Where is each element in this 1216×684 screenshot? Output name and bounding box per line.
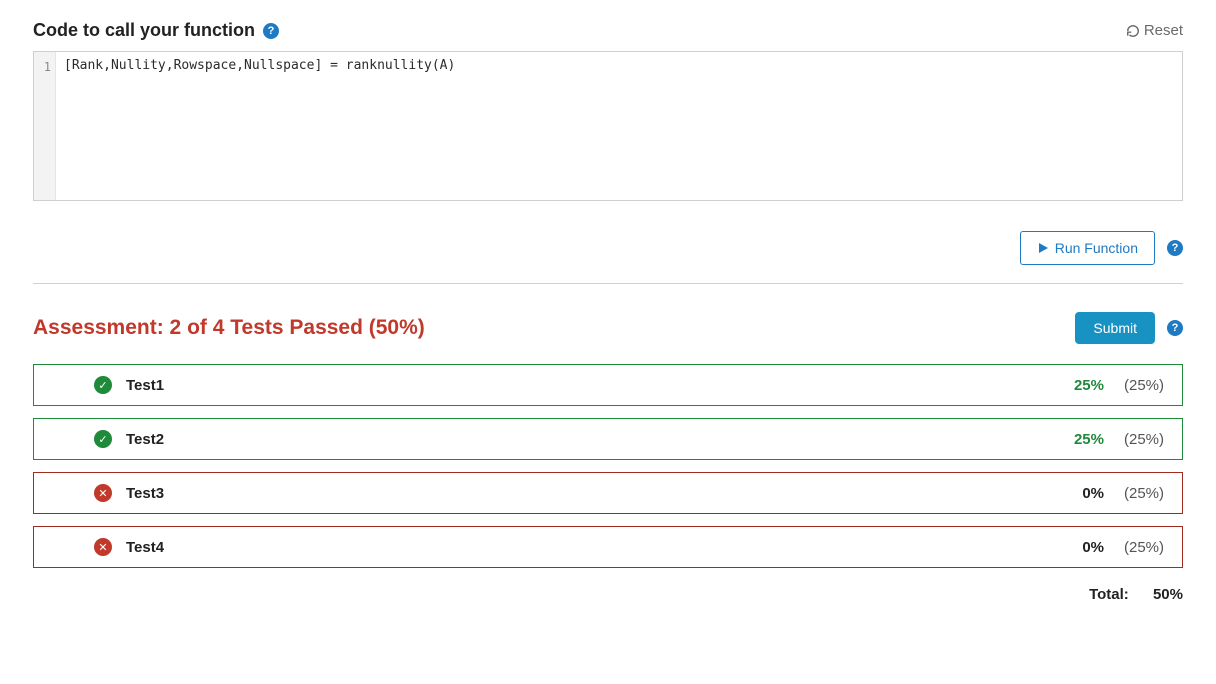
test-weight: (25%) bbox=[1104, 377, 1164, 394]
total-value: 50% bbox=[1153, 586, 1183, 603]
assessment-title: Assessment: 2 of 4 Tests Passed (50%) bbox=[33, 316, 425, 340]
reset-label: Reset bbox=[1144, 22, 1183, 39]
tests-list: ✓Test125%(25%)✓Test225%(25%)✕Test30%(25%… bbox=[33, 364, 1183, 568]
test-name: Test4 bbox=[126, 539, 1044, 556]
line-gutter: 1 bbox=[34, 52, 56, 200]
run-function-button[interactable]: Run Function bbox=[1020, 231, 1155, 265]
x-circle-icon: ✕ bbox=[94, 484, 112, 502]
submit-button[interactable]: Submit bbox=[1075, 312, 1155, 344]
x-circle-icon: ✕ bbox=[94, 538, 112, 556]
assessment-header: Assessment: 2 of 4 Tests Passed (50%) Su… bbox=[33, 312, 1183, 344]
test-score: 25% bbox=[1044, 377, 1104, 394]
help-icon[interactable]: ? bbox=[1167, 320, 1183, 336]
test-score: 0% bbox=[1044, 485, 1104, 502]
submit-group: Submit ? bbox=[1075, 312, 1183, 344]
check-circle-icon: ✓ bbox=[94, 430, 112, 448]
help-icon[interactable]: ? bbox=[263, 23, 279, 39]
test-weight: (25%) bbox=[1104, 539, 1164, 556]
test-name: Test3 bbox=[126, 485, 1044, 502]
test-name: Test2 bbox=[126, 431, 1044, 448]
test-name: Test1 bbox=[126, 377, 1044, 394]
test-row[interactable]: ✕ Test30%(25%) bbox=[33, 472, 1183, 514]
test-row[interactable]: ✓ Test125%(25%) bbox=[33, 364, 1183, 406]
check-circle-icon: ✓ bbox=[94, 376, 112, 394]
play-icon bbox=[1037, 242, 1049, 254]
run-row: Run Function ? bbox=[33, 231, 1183, 265]
run-button-label: Run Function bbox=[1055, 240, 1138, 256]
code-title-text: Code to call your function bbox=[33, 20, 255, 41]
line-number: 1 bbox=[34, 58, 55, 76]
section-divider bbox=[33, 283, 1183, 284]
test-weight: (25%) bbox=[1104, 485, 1164, 502]
test-row[interactable]: ✓ Test225%(25%) bbox=[33, 418, 1183, 460]
code-section-header: Code to call your function ? Reset bbox=[33, 20, 1183, 41]
help-icon[interactable]: ? bbox=[1167, 240, 1183, 256]
test-row[interactable]: ✕ Test40%(25%) bbox=[33, 526, 1183, 568]
test-weight: (25%) bbox=[1104, 431, 1164, 448]
code-section-title: Code to call your function ? bbox=[33, 20, 279, 41]
reset-icon bbox=[1126, 24, 1140, 38]
total-label: Total: bbox=[1089, 586, 1129, 603]
test-score: 0% bbox=[1044, 539, 1104, 556]
main-container: Code to call your function ? Reset 1 [Ra… bbox=[33, 0, 1183, 623]
total-row: Total: 50% bbox=[33, 586, 1183, 603]
code-area[interactable]: [Rank,Nullity,Rowspace,Nullspace] = rank… bbox=[56, 52, 1182, 200]
code-editor[interactable]: 1 [Rank,Nullity,Rowspace,Nullspace] = ra… bbox=[33, 51, 1183, 201]
reset-button[interactable]: Reset bbox=[1126, 22, 1183, 39]
test-score: 25% bbox=[1044, 431, 1104, 448]
